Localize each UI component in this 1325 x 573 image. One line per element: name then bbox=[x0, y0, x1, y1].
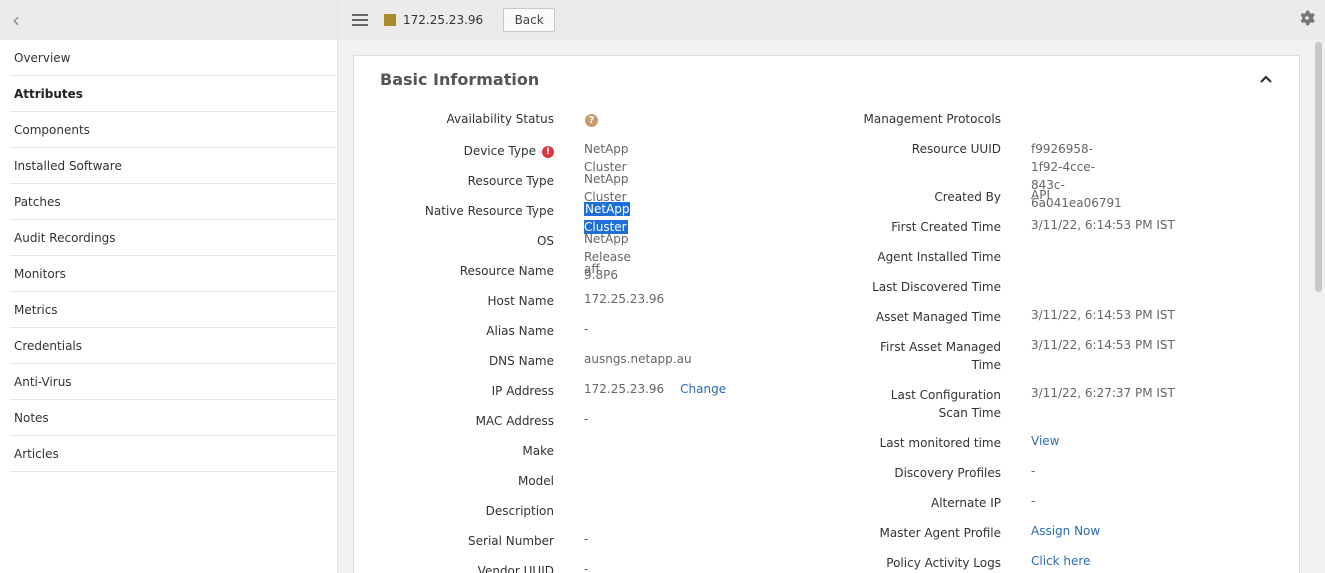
hamburger-menu-icon[interactable] bbox=[352, 14, 368, 26]
top-bar: 172.25.23.96 Back bbox=[338, 0, 1325, 40]
field-label: Make bbox=[522, 444, 554, 458]
view-monitored-time-link[interactable]: View bbox=[1031, 432, 1059, 450]
field-label: MAC Address bbox=[475, 414, 554, 428]
field-value: ausngs.netapp.au bbox=[584, 352, 692, 366]
field-label: Agent Installed Time bbox=[877, 250, 1001, 264]
policy-activity-logs-link[interactable]: Click here bbox=[1031, 552, 1090, 570]
field-value: 172.25.23.96 Change bbox=[584, 382, 727, 396]
main-content: Basic Information Availability Status ? … bbox=[338, 40, 1312, 573]
sidebar-item-articles[interactable]: Articles bbox=[10, 436, 336, 472]
field-label: Vendor UUID bbox=[477, 564, 554, 573]
sidebar-header: ‹ bbox=[0, 0, 337, 40]
field-label: Device Type! bbox=[354, 142, 554, 160]
field-label: Host Name bbox=[487, 294, 554, 308]
sidebar-item-credentials[interactable]: Credentials bbox=[10, 328, 336, 364]
gear-icon[interactable] bbox=[1299, 10, 1315, 26]
assign-now-link[interactable]: Assign Now bbox=[1031, 522, 1100, 540]
field-label: Policy Activity Logs bbox=[886, 556, 1001, 570]
field-label: Resource Type bbox=[467, 174, 554, 188]
field-label: Asset Managed Time bbox=[875, 310, 1001, 324]
sidebar-nav: Overview Attributes Components Installed… bbox=[10, 40, 337, 472]
sidebar-item-notes[interactable]: Notes bbox=[10, 400, 336, 436]
sidebar-item-anti-virus[interactable]: Anti-Virus bbox=[10, 364, 336, 400]
field-label: Last monitored time bbox=[879, 436, 1001, 450]
field-label: Alias Name bbox=[486, 324, 554, 338]
field-value: - bbox=[1031, 494, 1036, 508]
field-value: - bbox=[1031, 464, 1036, 478]
basic-information-panel: Basic Information Availability Status ? … bbox=[353, 55, 1300, 573]
field-value: API bbox=[1031, 188, 1050, 202]
sidebar-item-installed-software[interactable]: Installed Software bbox=[10, 148, 336, 184]
field-label: First Created Time bbox=[891, 220, 1001, 234]
field-value: - bbox=[584, 562, 589, 573]
field-label: Alternate IP bbox=[931, 496, 1001, 510]
field-label: DNS Name bbox=[488, 354, 554, 368]
field-label: First Asset Managed Time bbox=[880, 340, 1001, 372]
sidebar-item-patches[interactable]: Patches bbox=[10, 184, 336, 220]
field-value: 3/11/22, 6:27:37 PM IST bbox=[1031, 386, 1175, 400]
field-label: Serial Number bbox=[468, 534, 554, 548]
chevron-up-icon[interactable] bbox=[1259, 72, 1273, 86]
sidebar: ‹ Overview Attributes Components Install… bbox=[0, 0, 338, 573]
field-value: 3/11/22, 6:14:53 PM IST bbox=[1031, 308, 1175, 322]
alert-icon: ! bbox=[542, 146, 554, 158]
field-label: Last Configuration Scan Time bbox=[890, 388, 1001, 420]
chevron-left-icon[interactable]: ‹ bbox=[12, 10, 20, 30]
scrollbar-thumb[interactable] bbox=[1315, 42, 1322, 292]
field-value: - bbox=[584, 532, 589, 546]
resource-color-swatch bbox=[384, 14, 396, 26]
change-ip-link[interactable]: Change bbox=[680, 382, 726, 396]
field-label: Resource Name bbox=[459, 264, 554, 278]
sidebar-item-monitors[interactable]: Monitors bbox=[10, 256, 336, 292]
panel-title: Basic Information bbox=[380, 70, 540, 89]
field-label: Availability Status bbox=[446, 112, 554, 126]
sidebar-item-attributes[interactable]: Attributes bbox=[10, 76, 336, 112]
availability-status-icon: ? bbox=[585, 110, 598, 128]
field-label: Native Resource Type bbox=[424, 204, 554, 218]
sidebar-item-audit-recordings[interactable]: Audit Recordings bbox=[10, 220, 336, 256]
field-label: Created By bbox=[934, 190, 1001, 204]
field-label: Management Protocols bbox=[863, 112, 1001, 126]
field-label: Discovery Profiles bbox=[894, 466, 1001, 480]
back-button[interactable]: Back bbox=[503, 8, 556, 32]
field-value: aff bbox=[584, 262, 600, 276]
field-value: 3/11/22, 6:14:53 PM IST bbox=[1031, 218, 1175, 232]
field-label: Last Discovered Time bbox=[872, 280, 1001, 294]
page-title: 172.25.23.96 bbox=[403, 13, 484, 27]
field-value: 3/11/22, 6:14:53 PM IST bbox=[1031, 338, 1175, 352]
field-value: 172.25.23.96 bbox=[584, 292, 665, 306]
sidebar-item-components[interactable]: Components bbox=[10, 112, 336, 148]
sidebar-item-metrics[interactable]: Metrics bbox=[10, 292, 336, 328]
field-label: Resource UUID bbox=[911, 142, 1001, 156]
field-label: OS bbox=[536, 234, 554, 248]
field-label: Master Agent Profile bbox=[879, 526, 1001, 540]
field-label: Description bbox=[485, 504, 554, 518]
field-label: IP Address bbox=[491, 384, 554, 398]
field-value: - bbox=[584, 412, 589, 426]
field-label: Model bbox=[517, 474, 554, 488]
scrollbar[interactable] bbox=[1312, 40, 1325, 573]
sidebar-item-overview[interactable]: Overview bbox=[10, 40, 336, 76]
field-value: - bbox=[584, 322, 589, 336]
